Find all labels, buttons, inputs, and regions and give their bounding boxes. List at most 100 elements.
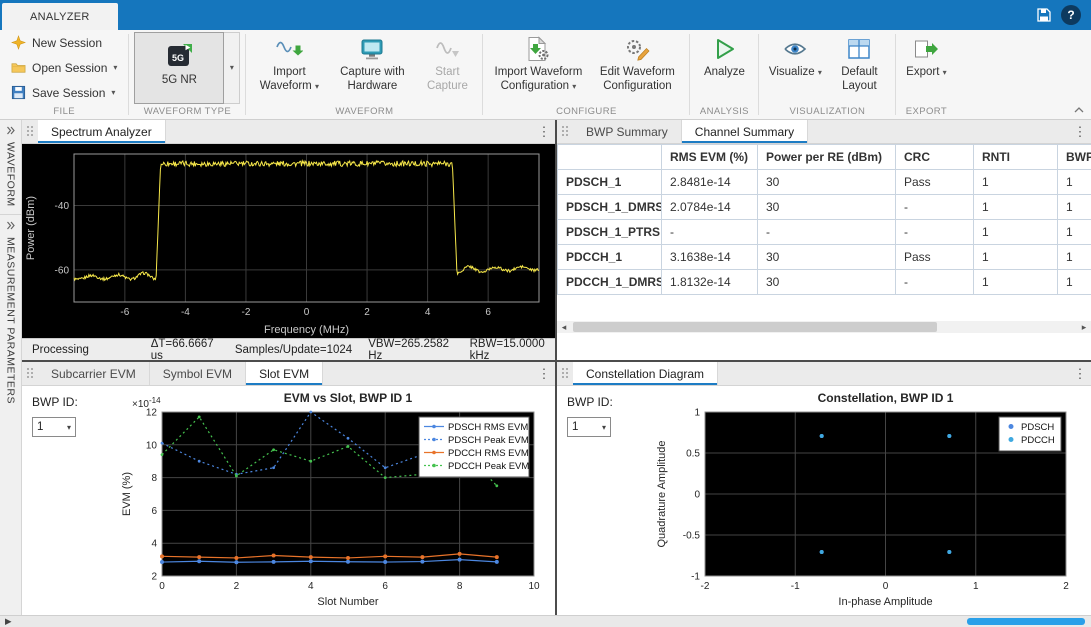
section-file: New Session Open Session ▾ Save Session … [0,30,128,119]
tab-slot-evm[interactable]: Slot EVM [246,362,323,385]
scrollbar-thumb[interactable] [573,322,937,332]
table-horizontal-scrollbar[interactable]: ◂ ▸ [557,321,1091,333]
value-cell: Pass [896,170,974,195]
svg-text:10: 10 [146,440,158,451]
value-cell: - [758,220,896,245]
tab-analyzer[interactable]: ANALYZER [2,3,118,30]
expand-bottom-panel-button[interactable]: ▶ [5,616,12,627]
caret-down-icon: ▾ [602,423,606,432]
scroll-left-icon[interactable]: ◂ [557,321,571,333]
bottom-bar: ▶ [0,615,1091,627]
start-capture-icon [434,36,460,62]
edit-waveform-configuration-button[interactable]: Edit Waveform Configuration [590,31,684,104]
import-waveform-configuration-button[interactable]: Import Waveform Configuration ▾ [488,31,588,104]
tab-bwp-summary[interactable]: BWP Summary [573,120,682,143]
import-waveform-icon [275,36,303,62]
import-waveform-label: Import Waveform [260,66,312,92]
svg-text:4: 4 [425,307,431,318]
export-label: Export [906,66,939,78]
scroll-right-icon[interactable]: ▸ [1077,321,1091,333]
table-row[interactable]: PDCCH_13.1638e-1430Pass11 [558,245,1091,270]
status-delta-t: ΔT=66.6667 us [151,338,219,361]
panel-menu-button[interactable]: ⋮ [533,120,555,143]
visualize-eye-icon [782,36,808,62]
toolstrip: New Session Open Session ▾ Save Session … [0,30,1091,120]
bwp-id-select-evm[interactable]: 1 ▾ [32,417,76,437]
table-row[interactable]: PDSCH_1_PTRS---11 [558,220,1091,245]
svg-text:1: 1 [694,408,700,419]
export-button[interactable]: Export ▾ [901,31,951,104]
tab-symbol-evm[interactable]: Symbol EVM [150,362,246,385]
rail-waveform-panel[interactable]: WAVEFORM [0,120,21,215]
tab-label: Channel Summary [695,125,794,139]
open-session-button[interactable]: Open Session ▾ [5,58,123,77]
panel-menu-button[interactable]: ⋮ [533,362,555,385]
section-label-export: EXPORT [901,104,951,119]
open-session-label: Open Session [32,61,107,75]
analyze-button[interactable]: Analyze [695,31,753,104]
capture-with-hardware-button[interactable]: Capture with Hardware [329,31,415,104]
left-rail: WAVEFORM MEASUREMENT PARAMETERS [0,120,22,615]
svg-text:PDCCH RMS EVM: PDCCH RMS EVM [448,448,529,459]
waveform-type-label: 5G NR [162,74,197,86]
edit-configuration-icon [624,36,650,62]
tab-spectrum-analyzer[interactable]: Spectrum Analyzer [38,120,166,143]
section-label-file: FILE [5,104,123,119]
tab-label: Constellation Diagram [586,367,704,381]
bwp-id-value: 1 [37,421,43,433]
spectrum-analyzer-panel: Spectrum Analyzer ⋮ -6-4-20246-40-60Freq… [22,120,555,360]
drag-handle-icon[interactable] [27,126,35,137]
header-spacer [323,362,533,385]
svg-text:Frequency (MHz): Frequency (MHz) [264,324,349,336]
panel-menu-button[interactable]: ⋮ [1069,362,1091,385]
bwp-id-select-constellation[interactable]: 1 ▾ [567,417,611,437]
import-waveform-button[interactable]: Import Waveform ▾ [251,31,327,104]
save-session-button[interactable]: Save Session ▾ [5,83,123,102]
save-button[interactable] [1036,7,1052,23]
tab-label: Subcarrier EVM [51,367,136,381]
table-header-cell: RNTI [974,145,1058,170]
svg-text:2: 2 [1063,581,1069,592]
svg-text:Power (dBm): Power (dBm) [25,196,37,260]
waveform-type-5gnr-button[interactable]: 5G 5G NR [134,32,224,104]
tab-constellation-diagram[interactable]: Constellation Diagram [573,362,718,385]
value-cell: 2.8481e-14 [662,170,758,195]
drag-handle-icon[interactable] [562,368,570,379]
new-session-button[interactable]: New Session [5,33,123,52]
drag-handle-icon[interactable] [27,368,35,379]
value-cell: 30 [758,195,896,220]
svg-text:EVM (%): EVM (%) [121,472,133,516]
svg-text:In-phase Amplitude: In-phase Amplitude [838,596,932,608]
caret-down-icon: ▾ [943,68,947,77]
table-header-cell: Power per RE (dBm) [758,145,896,170]
help-button[interactable]: ? [1061,5,1081,25]
default-layout-button[interactable]: Default Layout [828,31,890,104]
start-capture-button[interactable]: Start Capture [417,31,477,104]
table-row[interactable]: PDSCH_12.8481e-1430Pass11 [558,170,1091,195]
collapse-toolstrip-button[interactable] [1074,101,1084,116]
section-label-configure: CONFIGURE [488,104,684,119]
status-processing: Processing [32,344,135,356]
scrollbar-track[interactable] [571,321,1077,333]
tab-subcarrier-evm[interactable]: Subcarrier EVM [38,362,150,385]
horizontal-scrollbar-thumb[interactable] [967,618,1085,625]
table-row[interactable]: PDCCH_1_DMRS1.8132e-1430-11 [558,270,1091,295]
titlebar-actions: ? [1026,0,1091,30]
header-spacer [718,362,1069,385]
tab-channel-summary[interactable]: Channel Summary [682,120,808,143]
table-row[interactable]: PDSCH_1_DMRS2.0784e-1430-11 [558,195,1091,220]
panel-menu-button[interactable]: ⋮ [1069,120,1091,143]
section-export: Export ▾ EXPORT [896,30,956,119]
capture-with-hardware-label: Capture with Hardware [340,66,405,92]
visualize-button[interactable]: Visualize ▾ [764,31,826,104]
drag-handle-icon[interactable] [562,126,570,137]
svg-text:PDSCH RMS EVM: PDSCH RMS EVM [448,422,528,433]
svg-text:-40: -40 [55,201,70,212]
expand-panel-icon [6,221,15,230]
svg-text:-2: -2 [242,307,251,318]
waveform-type-dropdown[interactable]: ▾ [224,32,240,104]
rail-measurement-parameters-panel[interactable]: MEASUREMENT PARAMETERS [0,215,21,615]
table-header-cell: BWP [1058,145,1091,170]
value-cell: 1 [1058,195,1091,220]
new-session-label: New Session [32,36,102,50]
